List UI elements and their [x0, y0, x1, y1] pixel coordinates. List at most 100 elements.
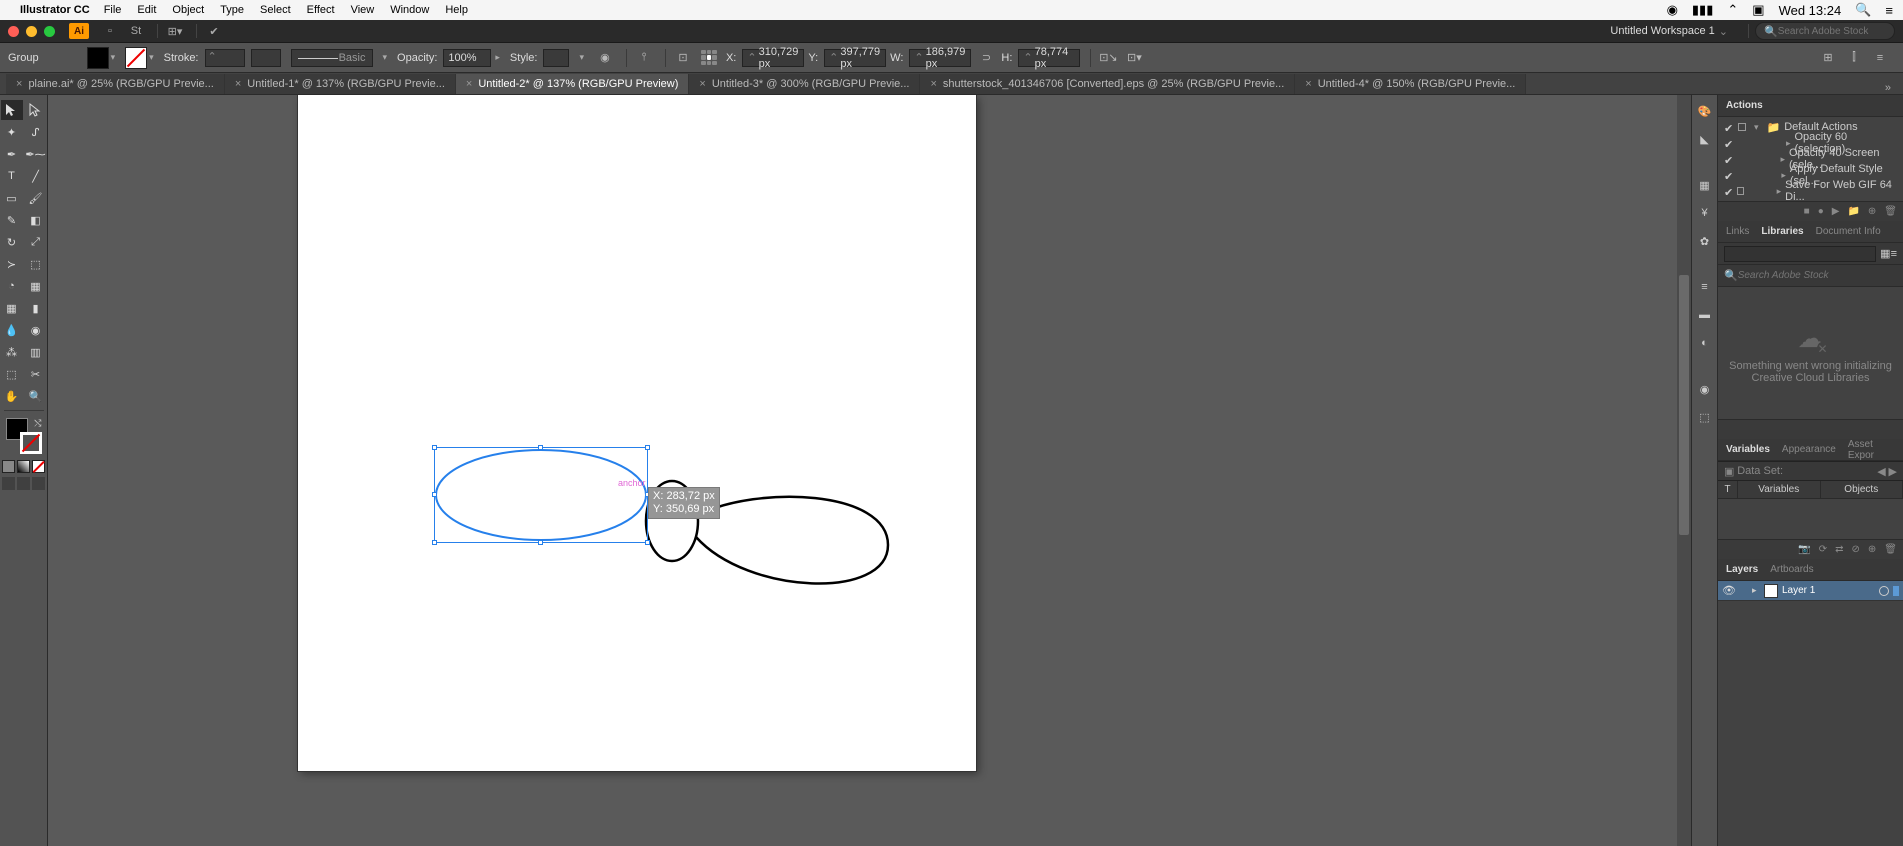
- transparency-panel-icon[interactable]: ◐: [1695, 333, 1715, 353]
- chevron-down-icon[interactable]: ⌄: [1719, 25, 1728, 38]
- col-variables[interactable]: Variables: [1738, 481, 1821, 498]
- document-tab[interactable]: ×shutterstock_401346706 [Converted].eps …: [920, 74, 1295, 94]
- resize-handle-sw[interactable]: [432, 540, 437, 545]
- x-input[interactable]: ⌃310,729 px: [742, 49, 804, 67]
- stroke-weight-input[interactable]: ⌃: [205, 49, 245, 67]
- tab-layers[interactable]: Layers: [1726, 564, 1758, 575]
- selection-bounding-box[interactable]: [434, 447, 648, 543]
- col-objects[interactable]: Objects: [1821, 481, 1903, 498]
- brush-dropdown-icon[interactable]: ▾: [383, 52, 388, 63]
- stroke-dropdown-icon[interactable]: ▾: [149, 52, 154, 63]
- xml-id-icon[interactable]: ⟳: [1819, 544, 1827, 555]
- mesh-tool[interactable]: ▦: [1, 298, 23, 318]
- link-icon[interactable]: ⇄: [1835, 544, 1843, 555]
- resize-handle-nw[interactable]: [432, 445, 437, 450]
- window-maximize-button[interactable]: [44, 26, 55, 37]
- menu-object[interactable]: Object: [172, 4, 204, 16]
- library-dropdown[interactable]: [1724, 246, 1876, 262]
- variable-width-profile[interactable]: [251, 49, 281, 67]
- visibility-toggle-icon[interactable]: 👁: [1722, 584, 1738, 597]
- tab-libraries[interactable]: Libraries: [1761, 226, 1803, 237]
- document-tab[interactable]: ×Untitled-3* @ 300% (RGB/GPU Previe...: [689, 74, 920, 94]
- column-graph-tool[interactable]: ▥: [25, 342, 47, 362]
- link-wh-icon[interactable]: ⊃: [975, 47, 997, 69]
- artboard-tool[interactable]: ⬚: [1, 364, 23, 384]
- workspace-switcher[interactable]: Untitled Workspace 1: [1610, 25, 1714, 37]
- color-mode-gradient[interactable]: [17, 460, 30, 473]
- menu-type[interactable]: Type: [220, 4, 244, 16]
- eraser-tool[interactable]: ◧: [25, 210, 47, 230]
- resize-handle-s[interactable]: [538, 540, 543, 545]
- vertical-scrollbar[interactable]: [1677, 95, 1691, 846]
- tab-links[interactable]: Links: [1726, 226, 1749, 237]
- next-dataset-icon[interactable]: ▶: [1889, 465, 1897, 478]
- color-guide-panel-icon[interactable]: ◣: [1695, 129, 1715, 149]
- window-close-button[interactable]: [8, 26, 19, 37]
- document-tab[interactable]: ×Untitled-1* @ 137% (RGB/GPU Previe...: [225, 74, 456, 94]
- new-action-icon[interactable]: ⊕: [1868, 206, 1876, 217]
- close-tab-icon[interactable]: ×: [930, 78, 936, 90]
- document-tab-active[interactable]: ×Untitled-2* @ 137% (RGB/GPU Preview): [456, 74, 690, 94]
- draw-normal[interactable]: [2, 477, 15, 490]
- curvature-tool[interactable]: ✒⁓: [25, 144, 47, 164]
- stroke-color[interactable]: [20, 432, 42, 454]
- swap-fill-stroke-icon[interactable]: ⤭: [34, 418, 41, 429]
- draw-inside[interactable]: [32, 477, 45, 490]
- shape-builder-tool[interactable]: ◔: [1, 276, 23, 296]
- gpu-icon[interactable]: ✔: [203, 23, 225, 39]
- resize-handle-ne[interactable]: [645, 445, 650, 450]
- document-tab[interactable]: ×plaine.ai* @ 25% (RGB/GPU Previe...: [6, 74, 225, 94]
- tab-overflow-icon[interactable]: »: [1879, 82, 1897, 94]
- close-tab-icon[interactable]: ×: [699, 78, 705, 90]
- shaper-tool[interactable]: ✎: [1, 210, 23, 230]
- paintbrush-tool[interactable]: 🖌: [25, 188, 47, 208]
- stop-icon[interactable]: ■: [1804, 206, 1810, 217]
- tab-document-info[interactable]: Document Info: [1816, 226, 1881, 237]
- new-variable-icon[interactable]: ⊕: [1868, 544, 1876, 555]
- color-panel-icon[interactable]: 🎨: [1695, 101, 1715, 121]
- gradient-tool[interactable]: ▮: [25, 298, 47, 318]
- adobe-stock-search[interactable]: 🔍: [1755, 22, 1895, 40]
- scale-tool[interactable]: ⤢: [25, 232, 47, 252]
- list-view-icon[interactable]: ≡: [1891, 248, 1897, 260]
- artboard[interactable]: [298, 95, 976, 771]
- reference-point-selector[interactable]: [698, 47, 720, 69]
- status-display-icon[interactable]: ▣: [1752, 2, 1764, 18]
- fill-stroke-indicator[interactable]: ⤭: [6, 418, 42, 454]
- shape-mode-icon[interactable]: ⊡: [672, 47, 694, 69]
- menu-select[interactable]: Select: [260, 4, 291, 16]
- tab-asset-export[interactable]: Asset Expor: [1848, 439, 1883, 461]
- direct-selection-tool[interactable]: [25, 100, 47, 120]
- resize-handle-w[interactable]: [432, 492, 437, 497]
- close-tab-icon[interactable]: ×: [1305, 78, 1311, 90]
- status-circle-icon[interactable]: ◉: [1667, 2, 1678, 18]
- slice-tool[interactable]: ✂: [25, 364, 47, 384]
- selection-indicator[interactable]: [1893, 586, 1899, 596]
- hand-tool[interactable]: ✋: [1, 386, 23, 406]
- blend-tool[interactable]: ◉: [25, 320, 47, 340]
- edit-contents-icon[interactable]: ⊡▾: [1123, 47, 1145, 69]
- resize-handle-se[interactable]: [645, 540, 650, 545]
- perspective-grid-tool[interactable]: ▦: [25, 276, 47, 296]
- opacity-input[interactable]: 100%: [443, 49, 491, 67]
- arrange-documents-icon[interactable]: ⊞▾: [164, 23, 186, 39]
- symbol-sprayer-tool[interactable]: ⁂: [1, 342, 23, 362]
- action-item[interactable]: ✔▸Save For Web GIF 64 Di...: [1718, 183, 1903, 199]
- status-battery-icon[interactable]: ▮▮▮: [1692, 2, 1713, 18]
- menu-effect[interactable]: Effect: [307, 4, 335, 16]
- capture-dataset-icon[interactable]: 📷: [1798, 544, 1810, 555]
- libraries-search-input[interactable]: [1738, 270, 1897, 281]
- record-icon[interactable]: ●: [1818, 206, 1824, 217]
- tab-artboards[interactable]: Artboards: [1770, 564, 1813, 575]
- menu-file[interactable]: File: [104, 4, 122, 16]
- stroke-panel-icon[interactable]: ≡: [1695, 277, 1715, 297]
- width-tool[interactable]: ≻: [1, 254, 23, 274]
- appearance-panel-icon[interactable]: ◉: [1695, 379, 1715, 399]
- rotate-tool[interactable]: ↻: [1, 232, 23, 252]
- line-tool[interactable]: ╱: [25, 166, 47, 186]
- w-input[interactable]: ⌃186,979 px: [909, 49, 971, 67]
- color-mode-solid[interactable]: [2, 460, 15, 473]
- recolor-icon[interactable]: ◉: [594, 47, 616, 69]
- menu-view[interactable]: View: [351, 4, 375, 16]
- tab-variables[interactable]: Variables: [1726, 444, 1770, 455]
